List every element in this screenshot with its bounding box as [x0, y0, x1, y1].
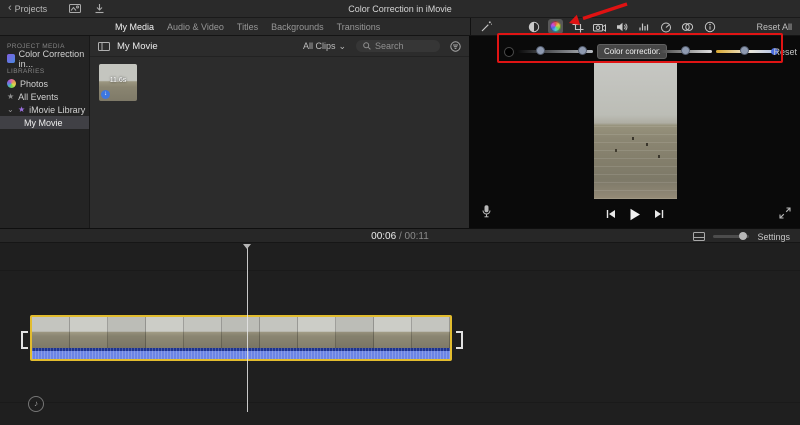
preview-video — [594, 63, 677, 199]
temperature-handle[interactable] — [740, 46, 749, 55]
enhance-wand-icon[interactable] — [479, 19, 494, 34]
project-icon — [7, 54, 15, 63]
black-point-cap[interactable] — [504, 47, 514, 57]
trim-handle-left[interactable] — [21, 331, 28, 349]
pane-toggle-icon[interactable] — [98, 41, 110, 52]
color-correction-icon[interactable] — [548, 19, 563, 34]
effects-filter-icon[interactable] — [680, 19, 695, 34]
titlebar: ‹ Projects Color Correction in iMovie — [0, 0, 800, 18]
media-panel-title: My Movie — [117, 40, 158, 52]
timecode-display: 00:06 / 00:11 — [0, 231, 800, 242]
clip-filter-value: All Clips — [302, 41, 336, 51]
settings-button[interactable]: Settings — [757, 232, 790, 242]
speed-icon[interactable] — [658, 19, 673, 34]
clip-filmstrip — [32, 317, 450, 348]
project-item-label: Color Correction in... — [18, 48, 85, 69]
transport-controls — [470, 202, 800, 226]
sidebar-item-all-events[interactable]: ★ All Events — [0, 90, 89, 103]
volume-icon[interactable] — [614, 19, 629, 34]
total-time: 00:11 — [404, 231, 429, 242]
color-balance-icon[interactable] — [526, 19, 541, 34]
reset-button[interactable]: Reset — [773, 47, 797, 57]
library-sidebar: PROJECT MEDIA Color Correction in... LIB… — [0, 36, 90, 228]
highlights-handle[interactable] — [578, 46, 587, 55]
imovie-library-star-icon: ★ — [18, 104, 26, 114]
next-frame-button[interactable] — [654, 209, 664, 219]
color-wheel-glyph — [550, 21, 561, 32]
media-clip-thumbnail[interactable]: 11.6s ↓ — [99, 64, 137, 101]
photos-label: Photos — [20, 78, 49, 89]
disclosure-chevron-icon[interactable]: ⌄ — [7, 105, 14, 114]
filmstrip-frame — [108, 317, 146, 348]
crop-icon[interactable] — [570, 19, 585, 34]
sidebar-item-my-movie[interactable]: My Movie — [0, 116, 89, 129]
tab-my-media[interactable]: My Media — [115, 22, 154, 32]
media-browser-header: My Movie All Clips ⌄ Search — [90, 36, 469, 57]
tab-transitions[interactable]: Transitions — [337, 22, 381, 32]
media-tabs: My Media Audio & Video Titles Background… — [0, 18, 470, 35]
timeline-header: 00:06 / 00:11 Settings — [0, 228, 800, 243]
window-title: Color Correction in iMovie — [348, 3, 452, 14]
imovie-library-label: iMovie Library — [29, 104, 86, 115]
play-button[interactable] — [629, 208, 641, 221]
playhead-marker-icon[interactable] — [243, 244, 251, 249]
temperature-slider[interactable] — [716, 46, 778, 55]
timeline-zoom-slider[interactable] — [713, 232, 750, 240]
audio-waveform — [32, 348, 450, 359]
tab-audio-video[interactable]: Audio & Video — [167, 22, 224, 32]
filmstrip-frame — [336, 317, 374, 348]
photos-icon — [7, 79, 16, 88]
filmstrip-frame — [260, 317, 298, 348]
time-separator: / — [396, 231, 405, 242]
imovie-window: ‹ Projects Color Correction in iMovie My… — [0, 0, 800, 425]
reset-all-button[interactable]: Reset All — [756, 22, 792, 32]
filmstrip-frame — [298, 317, 336, 348]
clip-filter-dropdown[interactable]: All Clips ⌄ — [303, 41, 346, 52]
tab-backgrounds[interactable]: Backgrounds — [271, 22, 324, 32]
viewer-panel: Color correction Reset — [470, 36, 800, 228]
all-events-label: All Events — [18, 91, 59, 102]
search-placeholder: Search — [375, 41, 404, 51]
timeline: ♪ — [0, 244, 800, 425]
color-correction-controls: Color correction Reset — [470, 38, 800, 64]
filmstrip-frame — [374, 317, 412, 348]
shadows-handle[interactable] — [536, 46, 545, 55]
timeline-clip[interactable] — [30, 315, 452, 361]
current-time: 00:06 — [371, 231, 397, 242]
inspector-toolbar: Reset All — [470, 18, 800, 35]
sidebar-item-photos[interactable]: Photos — [0, 77, 89, 90]
clip-info-icon[interactable] — [702, 19, 717, 34]
chevron-down-icon: ⌄ — [338, 40, 346, 51]
filmstrip-frame — [32, 317, 70, 348]
search-input[interactable]: Search — [356, 40, 440, 52]
tab-titles[interactable]: Titles — [237, 22, 258, 32]
media-browser: My Movie All Clips ⌄ Search 11.6s ↓ — [90, 36, 470, 228]
filmstrip-frame — [146, 317, 184, 348]
sidebar-item-project[interactable]: Color Correction in... — [0, 49, 89, 69]
stabilization-camera-icon[interactable] — [592, 19, 607, 34]
zoom-slider-thumb[interactable] — [738, 232, 747, 240]
downloaded-badge-icon: ↓ — [101, 90, 110, 99]
playhead[interactable] — [247, 244, 248, 412]
filmstrip-frame — [70, 317, 108, 348]
trim-handle-right[interactable] — [456, 331, 463, 349]
my-movie-label: My Movie — [24, 117, 63, 128]
saturation-handle[interactable] — [681, 46, 690, 55]
clip-appearance-icon[interactable] — [693, 232, 706, 241]
fullscreen-icon[interactable] — [779, 207, 791, 219]
filmstrip-frame — [412, 317, 450, 348]
all-events-star-icon: ★ — [7, 91, 15, 101]
saturation-slider[interactable] — [658, 46, 712, 55]
shadows-highlights-slider[interactable] — [516, 46, 593, 55]
color-correction-tooltip: Color correction — [597, 44, 668, 59]
clip-duration-label: 11.6s — [109, 77, 127, 84]
search-icon — [363, 42, 371, 50]
filmstrip-frame — [222, 317, 260, 348]
background-music-icon[interactable]: ♪ — [28, 396, 44, 412]
clip-filtering-icon[interactable] — [450, 40, 461, 52]
sidebar-item-imovie-library[interactable]: ⌄ ★ iMovie Library — [0, 103, 89, 116]
filmstrip-frame — [184, 317, 222, 348]
previous-frame-button[interactable] — [606, 209, 616, 219]
noise-reduction-icon[interactable] — [636, 19, 651, 34]
